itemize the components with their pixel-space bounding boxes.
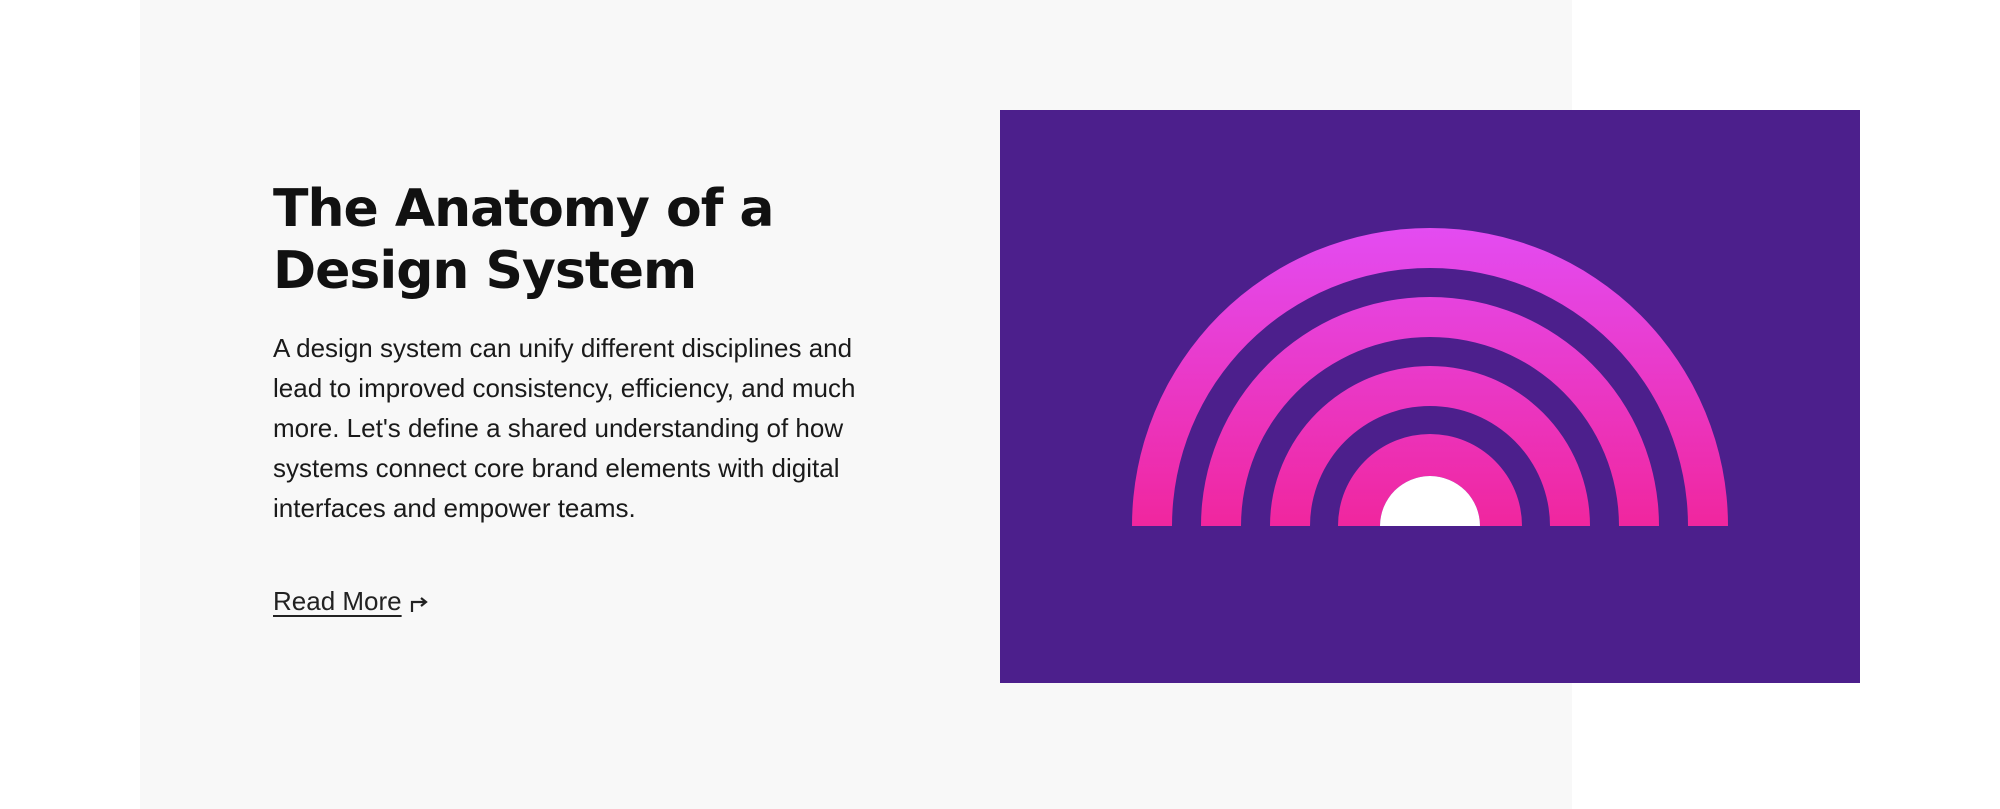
article-title-line2: Design System (273, 241, 697, 301)
article-title: The Anatomy of a Design System (273, 178, 893, 302)
article-description: A design system can unify different disc… (273, 333, 856, 523)
read-more-link[interactable]: Read More (273, 586, 430, 617)
arrow-turn-right-icon (408, 591, 430, 613)
read-more-label: Read More (273, 586, 402, 616)
article-text-column: The Anatomy of a Design System A design … (273, 178, 893, 617)
rainbow-arches-illustration (1000, 110, 1860, 683)
page: The Anatomy of a Design System A design … (0, 0, 2000, 809)
article-title-line1: The Anatomy of a (273, 179, 775, 239)
